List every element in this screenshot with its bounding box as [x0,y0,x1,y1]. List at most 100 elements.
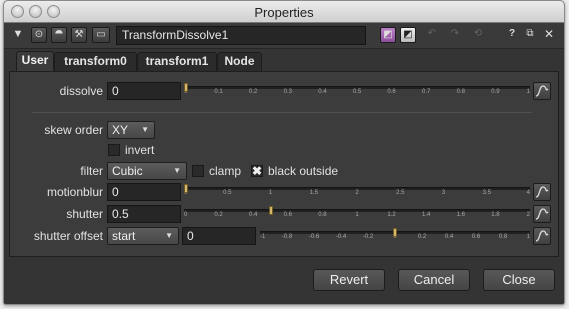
gl-color-icon[interactable]: ◩ [400,27,416,43]
slider-handle[interactable] [184,184,188,193]
tab-bar: User transform0 transform1 Node [4,50,564,71]
float-window-icon[interactable]: ⧉ [522,27,538,43]
dissolve-input[interactable]: 0 [107,82,181,100]
slider-tick-label: 0.7 [422,89,431,95]
slider-tick-label: 1 [526,234,530,240]
redo-icon[interactable]: ↷ [447,27,463,43]
slider-tick-label: -0.4 [335,234,347,240]
motionblur-input[interactable]: 0 [107,183,181,201]
slider-ticks: 0 0.1 0.2 0.3 0.4 0.5 0.6 0.7 0.8 0.9 1 [184,89,530,99]
shutter-offset-dropdown[interactable]: start ▼ [107,227,179,245]
slider-tick-label: 0.5 [223,190,232,196]
viewer-center-icon[interactable]: ⊙ [31,27,47,43]
skew-order-value: XY [112,123,129,137]
dissolve-label: dissolve [59,84,103,98]
title-bar: Properties [4,1,564,23]
node-color-icon[interactable]: ◩ [380,27,396,43]
cancel-button[interactable]: Cancel [398,269,470,291]
properties-window: Properties ▼ ⊙ ⯊ ⚒ ▭ TransformDissolve1 … [3,0,565,305]
slider-tick-label: 1.4 [422,212,431,218]
slider-tick-label: 1 [526,89,530,95]
slider-tick-label: 3.5 [482,190,491,196]
slider-tick-label: 0.4 [444,234,454,240]
slider-tick-label: 1.6 [456,212,465,218]
slider-tick-label: 2.5 [396,190,405,196]
slider-handle[interactable] [184,83,188,92]
input-node-icon[interactable]: ⯊ [51,27,67,43]
slider-tick-label: 1.5 [309,190,318,196]
shutter-label: shutter [66,207,103,221]
node-name-field[interactable]: TransformDissolve1 [116,26,366,45]
clamp-checkbox[interactable] [192,165,204,177]
dissolve-curve-icon[interactable] [533,82,551,100]
tab-node[interactable]: Node [217,52,262,71]
slider-tick-label: -0.6 [308,234,320,240]
slider-tick-label: -0.8 [281,234,293,240]
wrench-icon[interactable]: ⚒ [71,27,87,43]
slider-tick-label: 0.8 [456,89,465,95]
undo-icon[interactable]: ↶ [424,27,440,43]
slider-tick-label: 2 [355,190,359,196]
shutter-offset-curve-icon[interactable] [533,227,551,245]
help-icon[interactable]: ? [504,27,520,43]
slider-tick-label: 0.6 [471,234,481,240]
close-button[interactable]: Close [483,269,555,291]
slider-tick-label: 0 [184,212,188,218]
shutter-slider[interactable]: 0 0.2 0.4 0.6 0.8 1 1.2 1.4 1.6 1.8 2 [184,206,530,222]
slider-tick-label: 0.1 [214,89,223,95]
slider-tick-label: 0.4 [318,89,327,95]
slider-tick-label: 0.3 [283,89,292,95]
skew-order-dropdown[interactable]: XY ▼ [107,121,155,139]
slider-tick-label: 0.9 [491,89,500,95]
chevron-down-icon: ▼ [173,166,181,175]
float-panel-icon[interactable]: ▭ [92,27,110,43]
motionblur-label: motionblur [46,185,103,199]
slider-tick-label: 0.6 [283,212,292,218]
slider-tick-label: 2 [526,212,530,218]
shutter-offset-slider[interactable]: -1 -0.8 -0.6 -0.4 -0.2 0 0.2 0.4 0.6 0.8 1 [260,228,530,244]
motionblur-slider[interactable]: 0 0.5 1 1.5 2 2.5 3 3.5 4 [184,184,530,200]
slider-tick-label: 0.2 [249,89,258,95]
dissolve-slider[interactable]: 0 0.1 0.2 0.3 0.4 0.5 0.6 0.7 0.8 0.9 1 [184,83,530,99]
shutter-offset-mode: start [112,229,136,243]
filter-value: Cubic [112,164,143,178]
black-outside-checkbox[interactable]: ✖ [251,165,263,177]
divider [32,112,532,113]
slider-handle[interactable] [268,206,273,215]
shutter-curve-icon[interactable] [533,205,551,223]
slider-tick-label: -1 [260,234,266,240]
close-panel-icon[interactable]: ✕ [541,27,557,43]
slider-tick-label: 1.2 [387,212,396,218]
motionblur-curve-icon[interactable] [533,183,551,201]
toolbar: ▼ ⊙ ⯊ ⚒ ▭ TransformDissolve1 ◩ ◩ ↶ ↷ ⟲ ?… [4,23,564,49]
slider-tick-label: -0.2 [362,234,374,240]
shutter-offset-label: shutter offset [33,229,103,243]
tab-user[interactable]: User [16,51,54,71]
slider-tick-label: 4 [526,190,530,196]
revert-knobs-icon[interactable]: ⟲ [470,27,486,43]
collapse-triangle-icon[interactable]: ▼ [10,27,26,43]
knob-panel: dissolve 0 0 0.1 0.2 0.3 0.4 0.5 0.6 0.7 0.8 0.9 1… [9,71,559,257]
slider-tick-label: 0.5 [352,89,362,95]
black-outside-label: black outside [268,164,339,178]
tab-transform0[interactable]: transform0 [54,52,137,71]
clamp-label: clamp [209,164,242,178]
filter-label: filter [80,164,103,178]
skew-order-label: skew order [44,123,103,137]
window-title: Properties [254,5,314,20]
slider-ticks: 0 0.2 0.4 0.6 0.8 1 1.2 1.4 1.6 1.8 2 [184,212,530,222]
button-bar: Revert Cancel Close [4,258,564,304]
invert-label: invert [125,143,155,157]
slider-handle[interactable] [393,228,397,237]
chevron-down-icon: ▼ [165,231,173,240]
slider-tick-label: 1 [355,212,359,218]
slider-tick-label: 0.2 [417,234,427,240]
slider-tick-label: 0.6 [387,89,396,95]
shutter-offset-input[interactable]: 0 [182,227,256,245]
filter-dropdown[interactable]: Cubic ▼ [107,162,187,180]
invert-checkbox[interactable] [108,144,120,156]
tab-transform1[interactable]: transform1 [137,52,217,71]
shutter-input[interactable]: 0.5 [107,205,181,223]
slider-tick-label: 0.4 [249,212,258,218]
revert-button[interactable]: Revert [313,269,385,291]
